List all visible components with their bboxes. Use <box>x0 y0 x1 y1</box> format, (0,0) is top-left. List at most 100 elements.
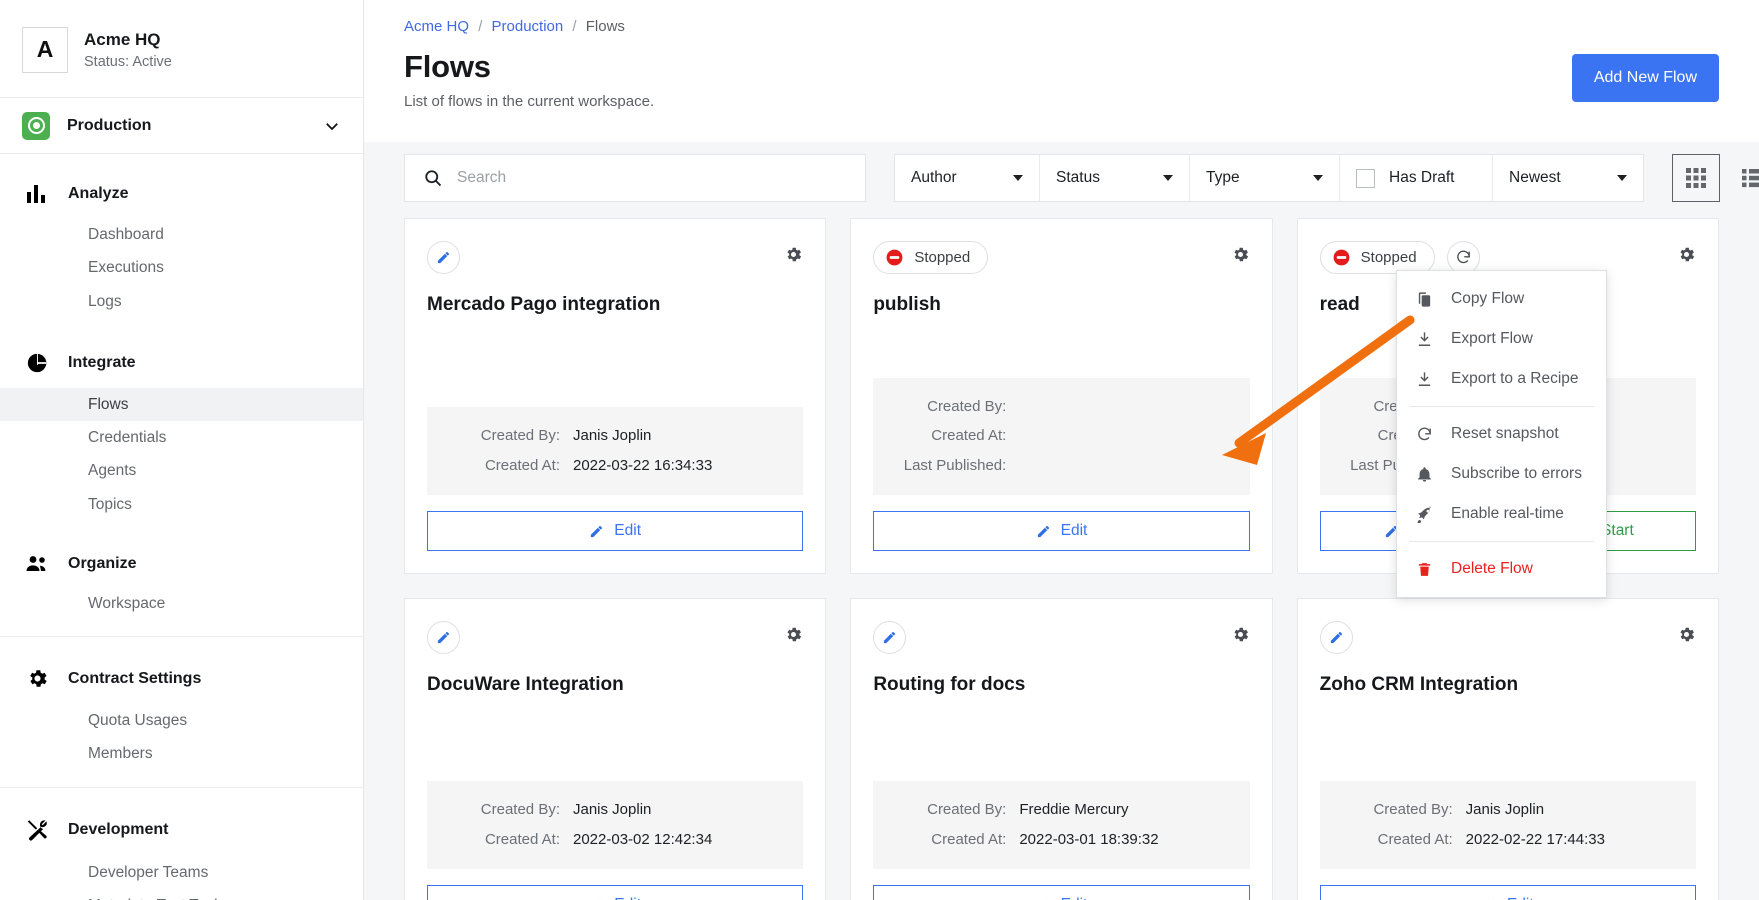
flow-card[interactable]: Stopped publish Created By: Created At: … <box>850 218 1272 574</box>
pencil-icon <box>589 524 604 539</box>
pencil-circle-icon[interactable] <box>873 621 906 654</box>
filter-sort-order[interactable]: Newest <box>1493 155 1643 201</box>
card-menu-gear-icon[interactable] <box>1677 621 1696 644</box>
menu-separator <box>1409 406 1594 407</box>
card-header <box>427 241 803 275</box>
filter-type[interactable]: Type <box>1190 155 1340 201</box>
nav-head-analyze[interactable]: Analyze <box>0 176 363 212</box>
sidebar-item-agents[interactable]: Agents <box>0 454 363 487</box>
pencil-circle-icon[interactable] <box>427 241 460 274</box>
edit-button[interactable]: Edit <box>427 511 803 551</box>
environment-selector[interactable]: Production <box>0 98 363 154</box>
pencil-circle-icon[interactable] <box>1320 621 1353 654</box>
card-actions: Edit <box>427 885 803 900</box>
sidebar-item-quota-usages[interactable]: Quota Usages <box>0 704 363 737</box>
nav-head-integrate[interactable]: Integrate <box>0 344 363 382</box>
sidebar-item-credentials[interactable]: Credentials <box>0 421 363 454</box>
card-menu-gear-icon[interactable] <box>1677 241 1696 264</box>
menu-item-label: Reset snapshot <box>1451 425 1559 443</box>
filter-label: Type <box>1206 169 1240 187</box>
meta-label-last-published: Last Published: <box>895 455 1019 478</box>
list-view-button[interactable] <box>1730 154 1759 202</box>
sidebar-item-dashboard[interactable]: Dashboard <box>0 218 363 251</box>
page-subtitle: List of flows in the current workspace. <box>404 93 1719 110</box>
meta-value-created-at: 2022-03-02 12:42:34 <box>573 829 712 852</box>
filter-status[interactable]: Status <box>1040 155 1190 201</box>
add-new-flow-button[interactable]: Add New Flow <box>1572 54 1719 102</box>
nav-head-development[interactable]: Development <box>0 810 363 850</box>
card-actions: Edit <box>427 511 803 551</box>
pencil-circle-icon[interactable] <box>427 621 460 654</box>
card-actions: Edit <box>873 511 1249 551</box>
sidebar-item-logs[interactable]: Logs <box>0 285 363 318</box>
org-header[interactable]: A Acme HQ Status: Active <box>0 0 363 98</box>
card-menu-gear-icon[interactable] <box>1231 621 1250 644</box>
meta-label-created-at: Created At: <box>449 829 573 852</box>
list-icon <box>1742 168 1759 188</box>
menu-item-label: Subscribe to errors <box>1451 465 1582 483</box>
sidebar-item-executions[interactable]: Executions <box>0 251 363 284</box>
meta-value-created-by: Janis Joplin <box>573 799 651 822</box>
menu-item-export-to-recipe[interactable]: Export to a Recipe <box>1397 359 1606 399</box>
chevron-down-icon <box>1617 175 1627 181</box>
chevron-down-icon[interactable] <box>323 117 341 135</box>
has-draft-checkbox[interactable] <box>1356 169 1375 188</box>
flow-context-menu: Copy Flow Export Flow Export to a Recipe <box>1396 270 1607 598</box>
menu-item-export-flow[interactable]: Export Flow <box>1397 319 1606 359</box>
grid-view-button[interactable] <box>1672 154 1720 202</box>
nav-section-organize: Organize Workspace <box>0 525 363 624</box>
edit-button[interactable]: Edit <box>873 511 1249 551</box>
edit-label: Edit <box>1507 896 1534 900</box>
meta-label-created-at: Created At: <box>1342 829 1466 852</box>
menu-item-label: Export to a Recipe <box>1451 370 1579 388</box>
app-root: A Acme HQ Status: Active Production Ana <box>0 0 1759 900</box>
breadcrumb-item-production[interactable]: Production <box>492 18 564 35</box>
search-box[interactable] <box>404 154 866 202</box>
flow-card[interactable]: Zoho CRM Integration Created By:Janis Jo… <box>1297 598 1719 900</box>
sidebar-item-flows[interactable]: Flows <box>0 388 363 421</box>
filter-label: Status <box>1056 169 1100 187</box>
edit-label: Edit <box>614 896 641 900</box>
pie-chart-icon <box>22 352 52 374</box>
card-menu-gear-icon[interactable] <box>784 621 803 644</box>
flow-meta: Created By:Janis Joplin Created At:2022-… <box>427 407 803 495</box>
gear-icon <box>22 667 52 690</box>
sidebar-item-developer-teams[interactable]: Developer Teams <box>0 856 363 889</box>
environment-label: Production <box>67 117 306 135</box>
sidebar-item-metadata-test-tool[interactable]: Metadata Test Tool <box>0 889 363 900</box>
nav-section-contract-settings: Contract Settings Quota Usages Members <box>0 636 363 775</box>
sidebar-item-topics[interactable]: Topics <box>0 488 363 521</box>
filter-has-draft[interactable]: Has Draft <box>1340 155 1493 201</box>
toolbar: Author Status Type Has Draft Newest <box>364 142 1759 218</box>
search-input[interactable] <box>457 169 847 187</box>
sidebar-item-workspace[interactable]: Workspace <box>0 587 363 620</box>
filter-label: Newest <box>1509 169 1561 187</box>
chevron-down-icon <box>1163 175 1173 181</box>
card-menu-gear-icon[interactable] <box>1231 241 1250 264</box>
meta-value-created-by: Janis Joplin <box>1466 799 1544 822</box>
breadcrumb-item-acme-hq[interactable]: Acme HQ <box>404 18 469 35</box>
menu-item-delete-flow[interactable]: Delete Flow <box>1397 549 1606 589</box>
edit-button[interactable]: Edit <box>873 885 1249 900</box>
sidebar-item-members[interactable]: Members <box>0 737 363 770</box>
menu-item-copy-flow[interactable]: Copy Flow <box>1397 279 1606 319</box>
flow-card[interactable]: Mercado Pago integration Created By:Jani… <box>404 218 826 574</box>
flow-card[interactable]: DocuWare Integration Created By:Janis Jo… <box>404 598 826 900</box>
menu-item-enable-real-time[interactable]: Enable real-time <box>1397 494 1606 534</box>
menu-item-subscribe-to-errors[interactable]: Subscribe to errors <box>1397 454 1606 494</box>
status-badge: Stopped <box>873 241 988 274</box>
nav-head-organize[interactable]: Organize <box>0 547 363 581</box>
card-header <box>873 621 1249 655</box>
flow-card[interactable]: Routing for docs Created By:Freddie Merc… <box>850 598 1272 900</box>
target-icon <box>22 112 50 140</box>
pencil-icon <box>1036 524 1051 539</box>
filter-author[interactable]: Author <box>895 155 1040 201</box>
flow-meta: Created By:Janis Joplin Created At:2022-… <box>427 781 803 869</box>
card-menu-gear-icon[interactable] <box>784 241 803 264</box>
menu-item-reset-snapshot[interactable]: Reset snapshot <box>1397 414 1606 454</box>
edit-button[interactable]: Edit <box>427 885 803 900</box>
edit-button[interactable]: Edit <box>1320 885 1696 900</box>
nav-head-contract-settings[interactable]: Contract Settings <box>0 659 363 698</box>
nav-label: Contract Settings <box>68 670 201 688</box>
breadcrumb-separator: / <box>478 18 482 35</box>
